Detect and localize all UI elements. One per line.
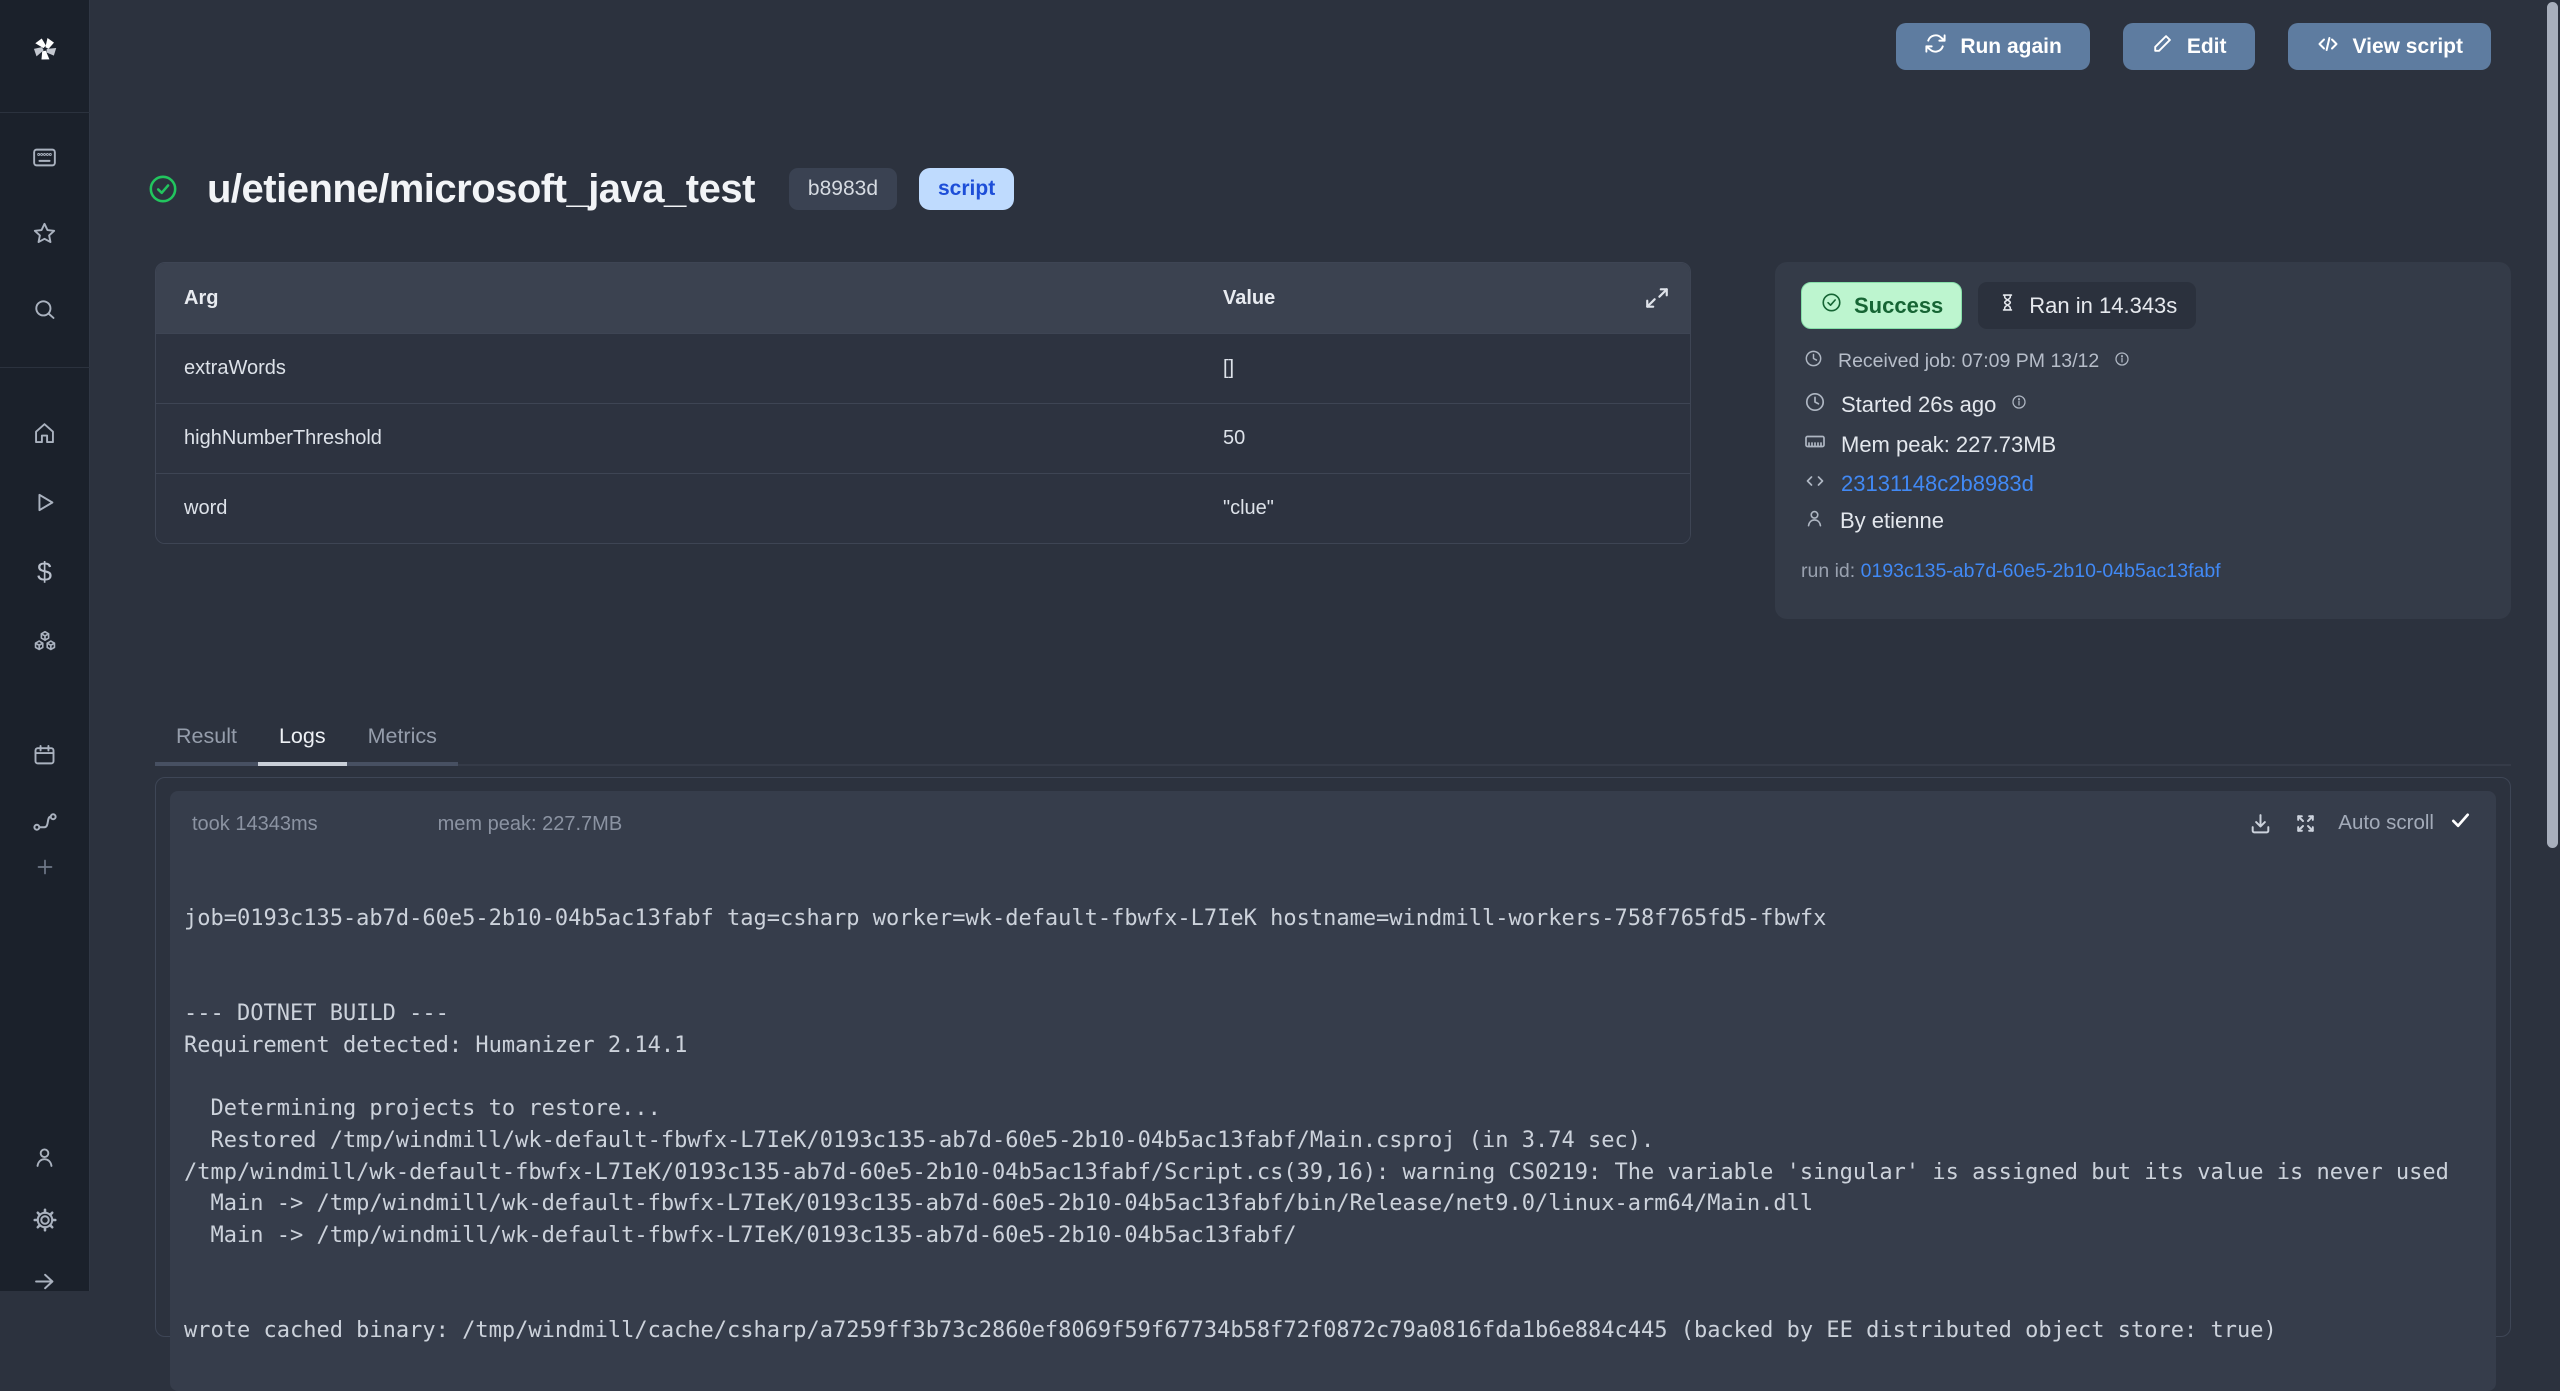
duration-label: Ran in 14.343s (2029, 293, 2177, 319)
info-icon[interactable] (2113, 350, 2131, 373)
script-hash-link[interactable]: 23131148c2b8983d (1841, 471, 2034, 497)
flows-icon[interactable] (30, 807, 60, 837)
script-kind-badge: script (919, 168, 1014, 210)
view-script-label: View script (2353, 35, 2464, 59)
clock-icon (1803, 348, 1824, 374)
arg-name: highNumberThreshold (156, 427, 1223, 450)
log-panel: took 14343ms mem peak: 227.7MB Auto scro… (170, 791, 2496, 1391)
code-icon (2316, 32, 2340, 62)
author-row: By etienne (1803, 507, 1944, 535)
duration-chip: Ran in 14.343s (1978, 282, 2196, 329)
script-hash-badge: b8983d (789, 168, 897, 210)
memory-chip-icon (1803, 430, 1827, 459)
log-took: took 14343ms (192, 813, 318, 836)
table-row: word "clue" (156, 473, 1690, 543)
home-icon[interactable] (30, 417, 60, 447)
arg-value: "clue" (1223, 497, 1690, 520)
sidebar: $ (0, 0, 90, 1291)
tab-logs[interactable]: Logs (258, 711, 347, 766)
script-hash-row: 23131148c2b8983d (1803, 469, 2034, 498)
status-label: Success (1854, 293, 1943, 319)
sidebar-divider (0, 367, 90, 368)
resources-icon[interactable] (30, 627, 60, 657)
mem-peak-row: Mem peak: 227.73MB (1803, 430, 2056, 459)
author-text: By etienne (1840, 508, 1944, 534)
action-buttons: Run again Edit View script (1896, 23, 2491, 70)
started-text: Started 26s ago (1841, 392, 1996, 418)
log-meta-row: took 14343ms mem peak: 227.7MB (192, 813, 622, 836)
job-info-card: Success Ran in 14.343s Received job: 07:… (1775, 262, 2511, 619)
log-content[interactable]: job=0193c135-ab7d-60e5-2b10-04b5ac13fabf… (184, 903, 2496, 1347)
received-text: Received job: 07:09 PM 13/12 (1838, 350, 2099, 373)
run-id-label: run id: (1801, 560, 1855, 582)
auto-scroll-toggle[interactable]: Auto scroll (2338, 809, 2472, 837)
variables-icon[interactable]: $ (30, 557, 60, 587)
arg-name: extraWords (156, 357, 1223, 380)
log-controls: Auto scroll (2248, 809, 2472, 837)
apps-icon[interactable] (30, 142, 60, 172)
log-mem-peak: mem peak: 227.7MB (438, 813, 623, 836)
tab-metrics[interactable]: Metrics (347, 711, 458, 766)
page-scrollbar[interactable] (2547, 2, 2558, 848)
check-circle-icon (1820, 291, 1843, 320)
sidebar-divider (0, 112, 90, 113)
clock-icon (1803, 390, 1827, 419)
view-script-button[interactable]: View script (2288, 23, 2492, 70)
edit-label: Edit (2187, 35, 2227, 59)
tab-result[interactable]: Result (155, 711, 258, 766)
account-user-icon[interactable] (30, 1142, 60, 1172)
code-icon (1803, 469, 1827, 498)
arg-name: word (156, 497, 1223, 520)
run-again-button[interactable]: Run again (1896, 23, 2090, 70)
checkmark-icon (2449, 809, 2472, 837)
arg-column-header: Arg (156, 287, 1223, 310)
search-icon[interactable] (30, 294, 60, 324)
result-tabs: Result Logs Metrics (155, 711, 2511, 766)
pencil-icon (2151, 32, 2174, 61)
table-row: extraWords [] (156, 333, 1690, 403)
value-column-header: Value (1223, 287, 1690, 310)
run-again-label: Run again (1960, 35, 2062, 59)
received-row: Received job: 07:09 PM 13/12 (1803, 348, 2131, 374)
info-icon[interactable] (2010, 393, 2028, 416)
status-badge: Success (1801, 282, 1962, 329)
auto-scroll-label: Auto scroll (2338, 811, 2434, 835)
settings-gear-icon[interactable] (30, 1205, 60, 1235)
run-id-link[interactable]: 0193c135-ab7d-60e5-2b10-04b5ac13fabf (1861, 560, 2221, 582)
args-table: Arg Value extraWords [] highNumberThresh… (155, 262, 1691, 544)
windmill-logo-icon[interactable] (30, 34, 60, 64)
collapse-sidebar-arrow-icon[interactable] (30, 1266, 60, 1296)
args-table-header: Arg Value (156, 263, 1690, 333)
mem-peak-text: Mem peak: 227.73MB (1841, 432, 2056, 458)
job-title-row: u/etienne/microsoft_java_test b8983d scr… (146, 160, 1014, 218)
user-icon (1803, 507, 1826, 535)
success-check-circle-icon (146, 172, 180, 206)
status-row: Success Ran in 14.343s (1801, 282, 2196, 329)
log-panel-container: took 14343ms mem peak: 227.7MB Auto scro… (155, 777, 2511, 1337)
expand-args-icon[interactable] (1644, 285, 1670, 311)
expand-logs-icon[interactable] (2293, 811, 2318, 836)
hourglass-icon (1997, 292, 2018, 319)
run-id-row: run id: 0193c135-ab7d-60e5-2b10-04b5ac13… (1801, 560, 2221, 583)
arg-value: [] (1223, 357, 1690, 380)
create-plus-icon[interactable] (30, 852, 60, 882)
started-row: Started 26s ago (1803, 390, 2028, 419)
refresh-icon (1924, 32, 1947, 61)
page-title: u/etienne/microsoft_java_test (207, 167, 755, 212)
schedules-icon[interactable] (30, 740, 60, 770)
favorites-star-icon[interactable] (30, 218, 60, 248)
download-logs-icon[interactable] (2248, 811, 2273, 836)
table-row: highNumberThreshold 50 (156, 403, 1690, 473)
edit-button[interactable]: Edit (2123, 23, 2255, 70)
runs-icon[interactable] (30, 487, 60, 517)
arg-value: 50 (1223, 427, 1690, 450)
